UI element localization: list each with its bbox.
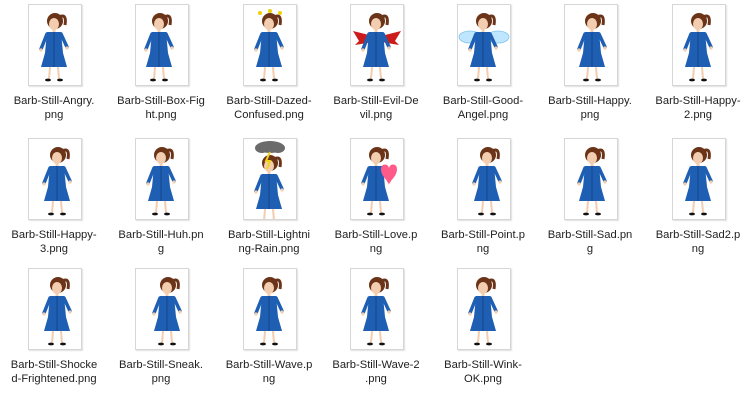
barb-box-fight-icon[interactable] xyxy=(135,4,189,86)
barb-dazed-confused-icon[interactable] xyxy=(243,4,297,86)
file-name-label: Barb-Still-Happy. png xyxy=(538,94,642,122)
file-grid: Barb-Still-Angry. png Barb-Still-Box-Fig… xyxy=(0,0,754,409)
file-item[interactable]: Barb-Still-Wave-2 .png xyxy=(324,264,428,394)
file-name-line-1: Barb-Still-Sad.pn xyxy=(547,229,633,241)
barb-good-angel-icon[interactable] xyxy=(457,4,511,86)
file-name-line-1: Barb-Still-Lightni xyxy=(227,229,311,241)
file-name-line-1: Barb-Still-Huh.pn xyxy=(118,229,204,241)
file-name-line-2: Confused.png xyxy=(234,109,304,121)
barb-sad2-icon[interactable] xyxy=(672,138,726,220)
file-name-line-2: ng xyxy=(476,243,490,255)
file-name-label: Barb-Still-Point.p ng xyxy=(431,228,535,256)
file-name-line-2: OK.png xyxy=(464,373,502,385)
file-name-line-2: png xyxy=(580,109,600,121)
file-item[interactable]: Barb-Still-Sad.pn g xyxy=(538,134,642,264)
barb-sad-icon[interactable] xyxy=(564,138,618,220)
file-name-label: Barb-Still-Love.p ng xyxy=(324,228,428,256)
file-item[interactable]: Barb-Still-Box-Fig ht.png xyxy=(109,0,213,130)
file-name-line-1: Barb-Still-Wave-2 xyxy=(332,359,420,371)
barb-happy-3-icon[interactable] xyxy=(28,138,82,220)
file-name-line-2: g xyxy=(586,243,594,255)
barb-evil-devil-icon[interactable] xyxy=(350,4,404,86)
file-item[interactable]: Barb-Still-Happy- 2.png xyxy=(646,0,750,130)
file-name-label: Barb-Still-Dazed- Confused.png xyxy=(217,94,321,122)
file-name-label: Barb-Still-Sad2.p ng xyxy=(646,228,750,256)
file-item[interactable]: Barb-Still-Wink- OK.png xyxy=(431,264,535,394)
file-name-label: Barb-Still-Angry. png xyxy=(2,94,106,122)
barb-shocked-frightened-icon[interactable] xyxy=(28,268,82,350)
file-name-label: Barb-Still-Wink- OK.png xyxy=(431,358,535,386)
file-item[interactable]: Barb-Still-Evil-De vil.png xyxy=(324,0,428,130)
file-name-line-1: Barb-Still-Evil-De xyxy=(333,95,419,107)
file-name-line-2: Angel.png xyxy=(457,109,509,121)
file-item[interactable]: Barb-Still-Point.p ng xyxy=(431,134,535,264)
barb-point-icon[interactable] xyxy=(457,138,511,220)
file-item[interactable]: Barb-Still-Happy. png xyxy=(538,0,642,130)
file-name-line-1: Barb-Still-Happy- xyxy=(11,229,97,241)
file-name-line-1: Barb-Still-Shocke xyxy=(10,359,98,371)
file-name-line-2: png xyxy=(44,109,64,121)
barb-sneak-icon[interactable] xyxy=(135,268,189,350)
file-item[interactable]: Barb-Still-Sneak. png xyxy=(109,264,213,394)
file-name-line-1: Barb-Still-Sad2.p xyxy=(655,229,741,241)
file-name-label: Barb-Still-Lightni ng-Rain.png xyxy=(217,228,321,256)
barb-love-icon[interactable] xyxy=(350,138,404,220)
file-name-line-1: Barb-Still-Wave.p xyxy=(225,359,313,371)
file-name-label: Barb-Still-Wave-2 .png xyxy=(324,358,428,386)
file-name-line-1: Barb-Still-Happy- xyxy=(655,95,741,107)
file-name-line-2: ng xyxy=(369,243,383,255)
file-name-line-2: .png xyxy=(365,373,387,385)
file-item[interactable]: Barb-Still-Huh.pn g xyxy=(109,134,213,264)
file-name-label: Barb-Still-Sneak. png xyxy=(109,358,213,386)
file-name-line-2: ng xyxy=(262,373,276,385)
file-item[interactable]: Barb-Still-Happy- 3.png xyxy=(2,134,106,264)
file-name-label: Barb-Still-Shocke d-Frightened.png xyxy=(2,358,106,386)
file-item[interactable]: Barb-Still-Wave.p ng xyxy=(217,264,321,394)
file-name-line-1: Barb-Still-Point.p xyxy=(441,229,525,241)
file-name-line-2: ht.png xyxy=(145,109,177,121)
barb-happy-icon[interactable] xyxy=(564,4,618,86)
file-item[interactable]: Barb-Still-Dazed- Confused.png xyxy=(217,0,321,130)
file-name-line-2: png xyxy=(151,373,171,385)
barb-wink-ok-icon[interactable] xyxy=(457,268,511,350)
file-name-line-2: d-Frightened.png xyxy=(11,373,97,385)
file-item[interactable]: Barb-Still-Lightni ng-Rain.png xyxy=(217,134,321,264)
file-item[interactable]: Barb-Still-Shocke d-Frightened.png xyxy=(2,264,106,394)
file-name-line-2: ng xyxy=(691,243,705,255)
file-name-line-2: 2.png xyxy=(684,109,712,121)
file-name-label: Barb-Still-Box-Fig ht.png xyxy=(109,94,213,122)
file-name-label: Barb-Still-Wave.p ng xyxy=(217,358,321,386)
file-name-label: Barb-Still-Huh.pn g xyxy=(109,228,213,256)
file-name-label: Barb-Still-Evil-De vil.png xyxy=(324,94,428,122)
file-name-line-1: Barb-Still-Dazed- xyxy=(226,95,312,107)
file-item[interactable]: Barb-Still-Sad2.p ng xyxy=(646,134,750,264)
barb-angry-icon[interactable] xyxy=(28,4,82,86)
file-name-line-1: Barb-Still-Wink- xyxy=(444,359,522,371)
file-name-line-2: g xyxy=(157,243,165,255)
file-item[interactable]: Barb-Still-Good- Angel.png xyxy=(431,0,535,130)
file-name-line-1: Barb-Still-Sneak. xyxy=(119,359,203,371)
file-name-line-1: Barb-Still-Good- xyxy=(442,95,524,107)
file-item[interactable]: Barb-Still-Love.p ng xyxy=(324,134,428,264)
file-name-line-1: Barb-Still-Happy. xyxy=(548,95,632,107)
file-name-line-2: ng-Rain.png xyxy=(238,243,300,255)
file-name-label: Barb-Still-Happy- 3.png xyxy=(2,228,106,256)
barb-wave-icon[interactable] xyxy=(243,268,297,350)
file-name-label: Barb-Still-Happy- 2.png xyxy=(646,94,750,122)
file-item[interactable]: Barb-Still-Angry. png xyxy=(2,0,106,130)
barb-wave-2-icon[interactable] xyxy=(350,268,404,350)
barb-lightning-rain-icon[interactable] xyxy=(243,138,297,220)
barb-happy-2-icon[interactable] xyxy=(672,4,726,86)
file-name-label: Barb-Still-Sad.pn g xyxy=(538,228,642,256)
file-name-line-1: Barb-Still-Box-Fig xyxy=(117,95,205,107)
file-name-line-2: vil.png xyxy=(359,109,393,121)
file-name-line-2: 3.png xyxy=(40,243,68,255)
file-name-label: Barb-Still-Good- Angel.png xyxy=(431,94,535,122)
file-name-line-1: Barb-Still-Angry. xyxy=(13,95,95,107)
barb-huh-icon[interactable] xyxy=(135,138,189,220)
file-name-line-1: Barb-Still-Love.p xyxy=(334,229,418,241)
